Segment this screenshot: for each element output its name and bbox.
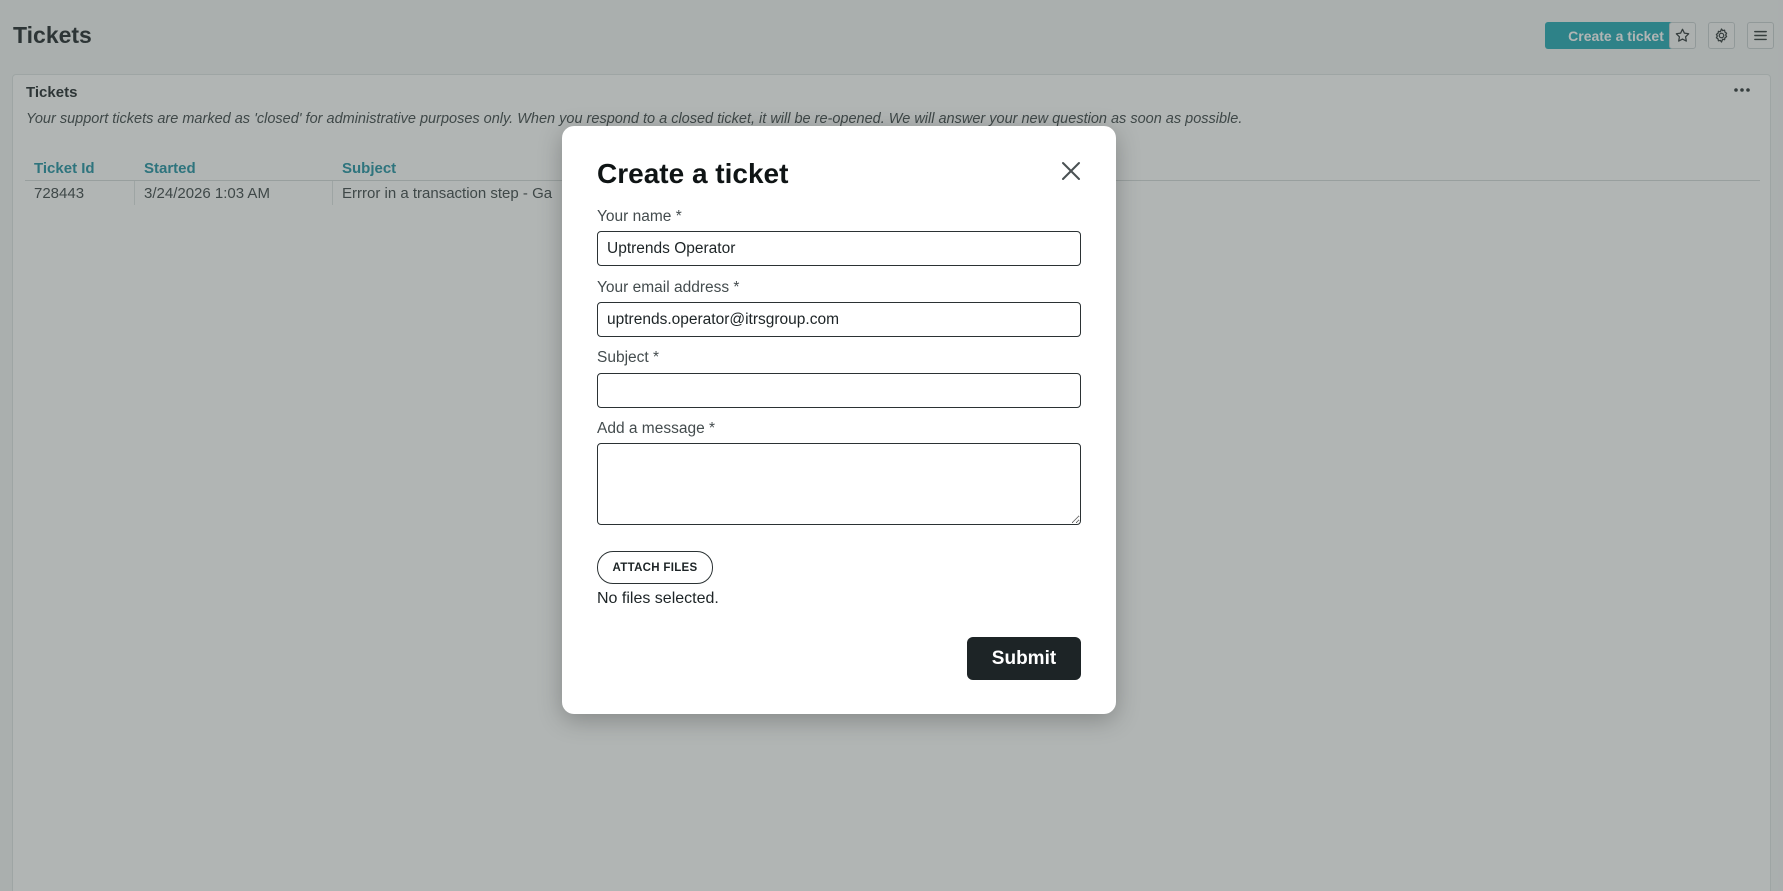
attach-files-button[interactable]: ATTACH FILES (597, 551, 713, 584)
subject-label: Subject * (597, 349, 660, 366)
close-dialog-button[interactable] (1058, 158, 1084, 184)
message-field[interactable] (597, 443, 1081, 525)
email-field[interactable] (597, 302, 1081, 337)
page: Tickets Create a ticket Tickets Your sup… (0, 0, 1783, 891)
subject-field[interactable] (597, 373, 1081, 408)
message-label: Add a message * (597, 420, 716, 437)
email-label: Your email address * (597, 279, 740, 296)
close-icon (1062, 162, 1080, 180)
name-label: Your name * (597, 208, 682, 225)
files-status: No files selected. (597, 590, 719, 607)
submit-button[interactable]: Submit (967, 637, 1081, 680)
create-ticket-dialog: Create a ticket Your name * Your email a… (562, 126, 1116, 714)
name-field[interactable] (597, 231, 1081, 266)
dialog-title: Create a ticket (597, 158, 789, 189)
